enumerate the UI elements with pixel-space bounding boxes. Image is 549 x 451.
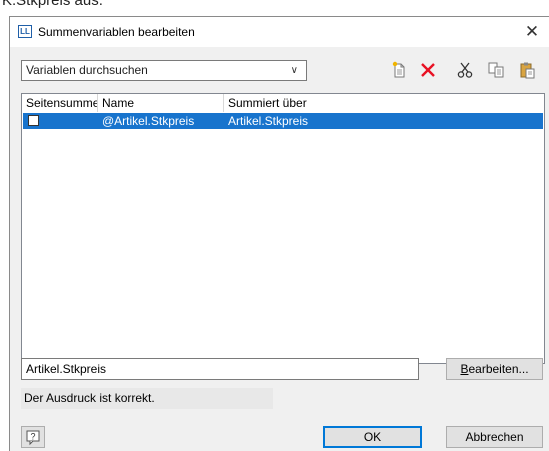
help-button[interactable]: ? xyxy=(21,426,45,448)
sum-variables-table[interactable]: Seitensumme Name Summiert über @Artikel.… xyxy=(21,93,545,364)
copy-icon[interactable] xyxy=(487,61,505,79)
table-row[interactable]: @Artikel.Stkpreis Artikel.Stkpreis xyxy=(23,113,543,129)
search-placeholder: Variablen durchsuchen xyxy=(26,63,148,77)
delete-icon[interactable] xyxy=(419,61,437,79)
background-document-text: K.Stkpreis aus. xyxy=(0,0,549,14)
column-header-name[interactable]: Name xyxy=(98,94,224,112)
window-title: Summenvariablen bearbeiten xyxy=(38,25,195,39)
app-logo-icon: LL xyxy=(18,25,32,38)
chevron-down-icon[interactable]: ∨ xyxy=(291,61,298,80)
cancel-button[interactable]: Abbrechen xyxy=(446,426,543,448)
ok-button[interactable]: OK xyxy=(323,426,422,448)
column-header-page-sum[interactable]: Seitensumme xyxy=(22,94,98,112)
edit-button[interactable]: Bearbeiten... xyxy=(446,358,543,380)
title-bar: LL Summenvariablen bearbeiten ✕ xyxy=(10,17,549,47)
status-message: Der Ausdruck ist korrekt. xyxy=(21,388,273,409)
row-summed-over: Artikel.Stkpreis xyxy=(228,114,309,128)
variable-search-dropdown[interactable]: Variablen durchsuchen ∨ xyxy=(21,60,307,81)
column-header-summed-over[interactable]: Summiert über xyxy=(224,94,544,112)
background-text: K.Stkpreis aus. xyxy=(2,0,103,9)
edit-button-label: earbeiten... xyxy=(468,362,529,376)
help-icon: ? xyxy=(26,430,40,446)
close-button[interactable]: ✕ xyxy=(514,17,549,47)
sum-variables-dialog: LL Summenvariablen bearbeiten ✕ Variable… xyxy=(9,16,549,451)
row-variable-name: @Artikel.Stkpreis xyxy=(102,114,195,128)
cut-icon[interactable] xyxy=(456,61,474,79)
help-glyph: ? xyxy=(30,432,35,442)
new-icon[interactable] xyxy=(390,61,408,79)
paste-icon[interactable] xyxy=(518,61,536,79)
page-sum-checkbox[interactable] xyxy=(28,115,39,126)
expression-field[interactable]: Artikel.Stkpreis xyxy=(21,358,419,380)
